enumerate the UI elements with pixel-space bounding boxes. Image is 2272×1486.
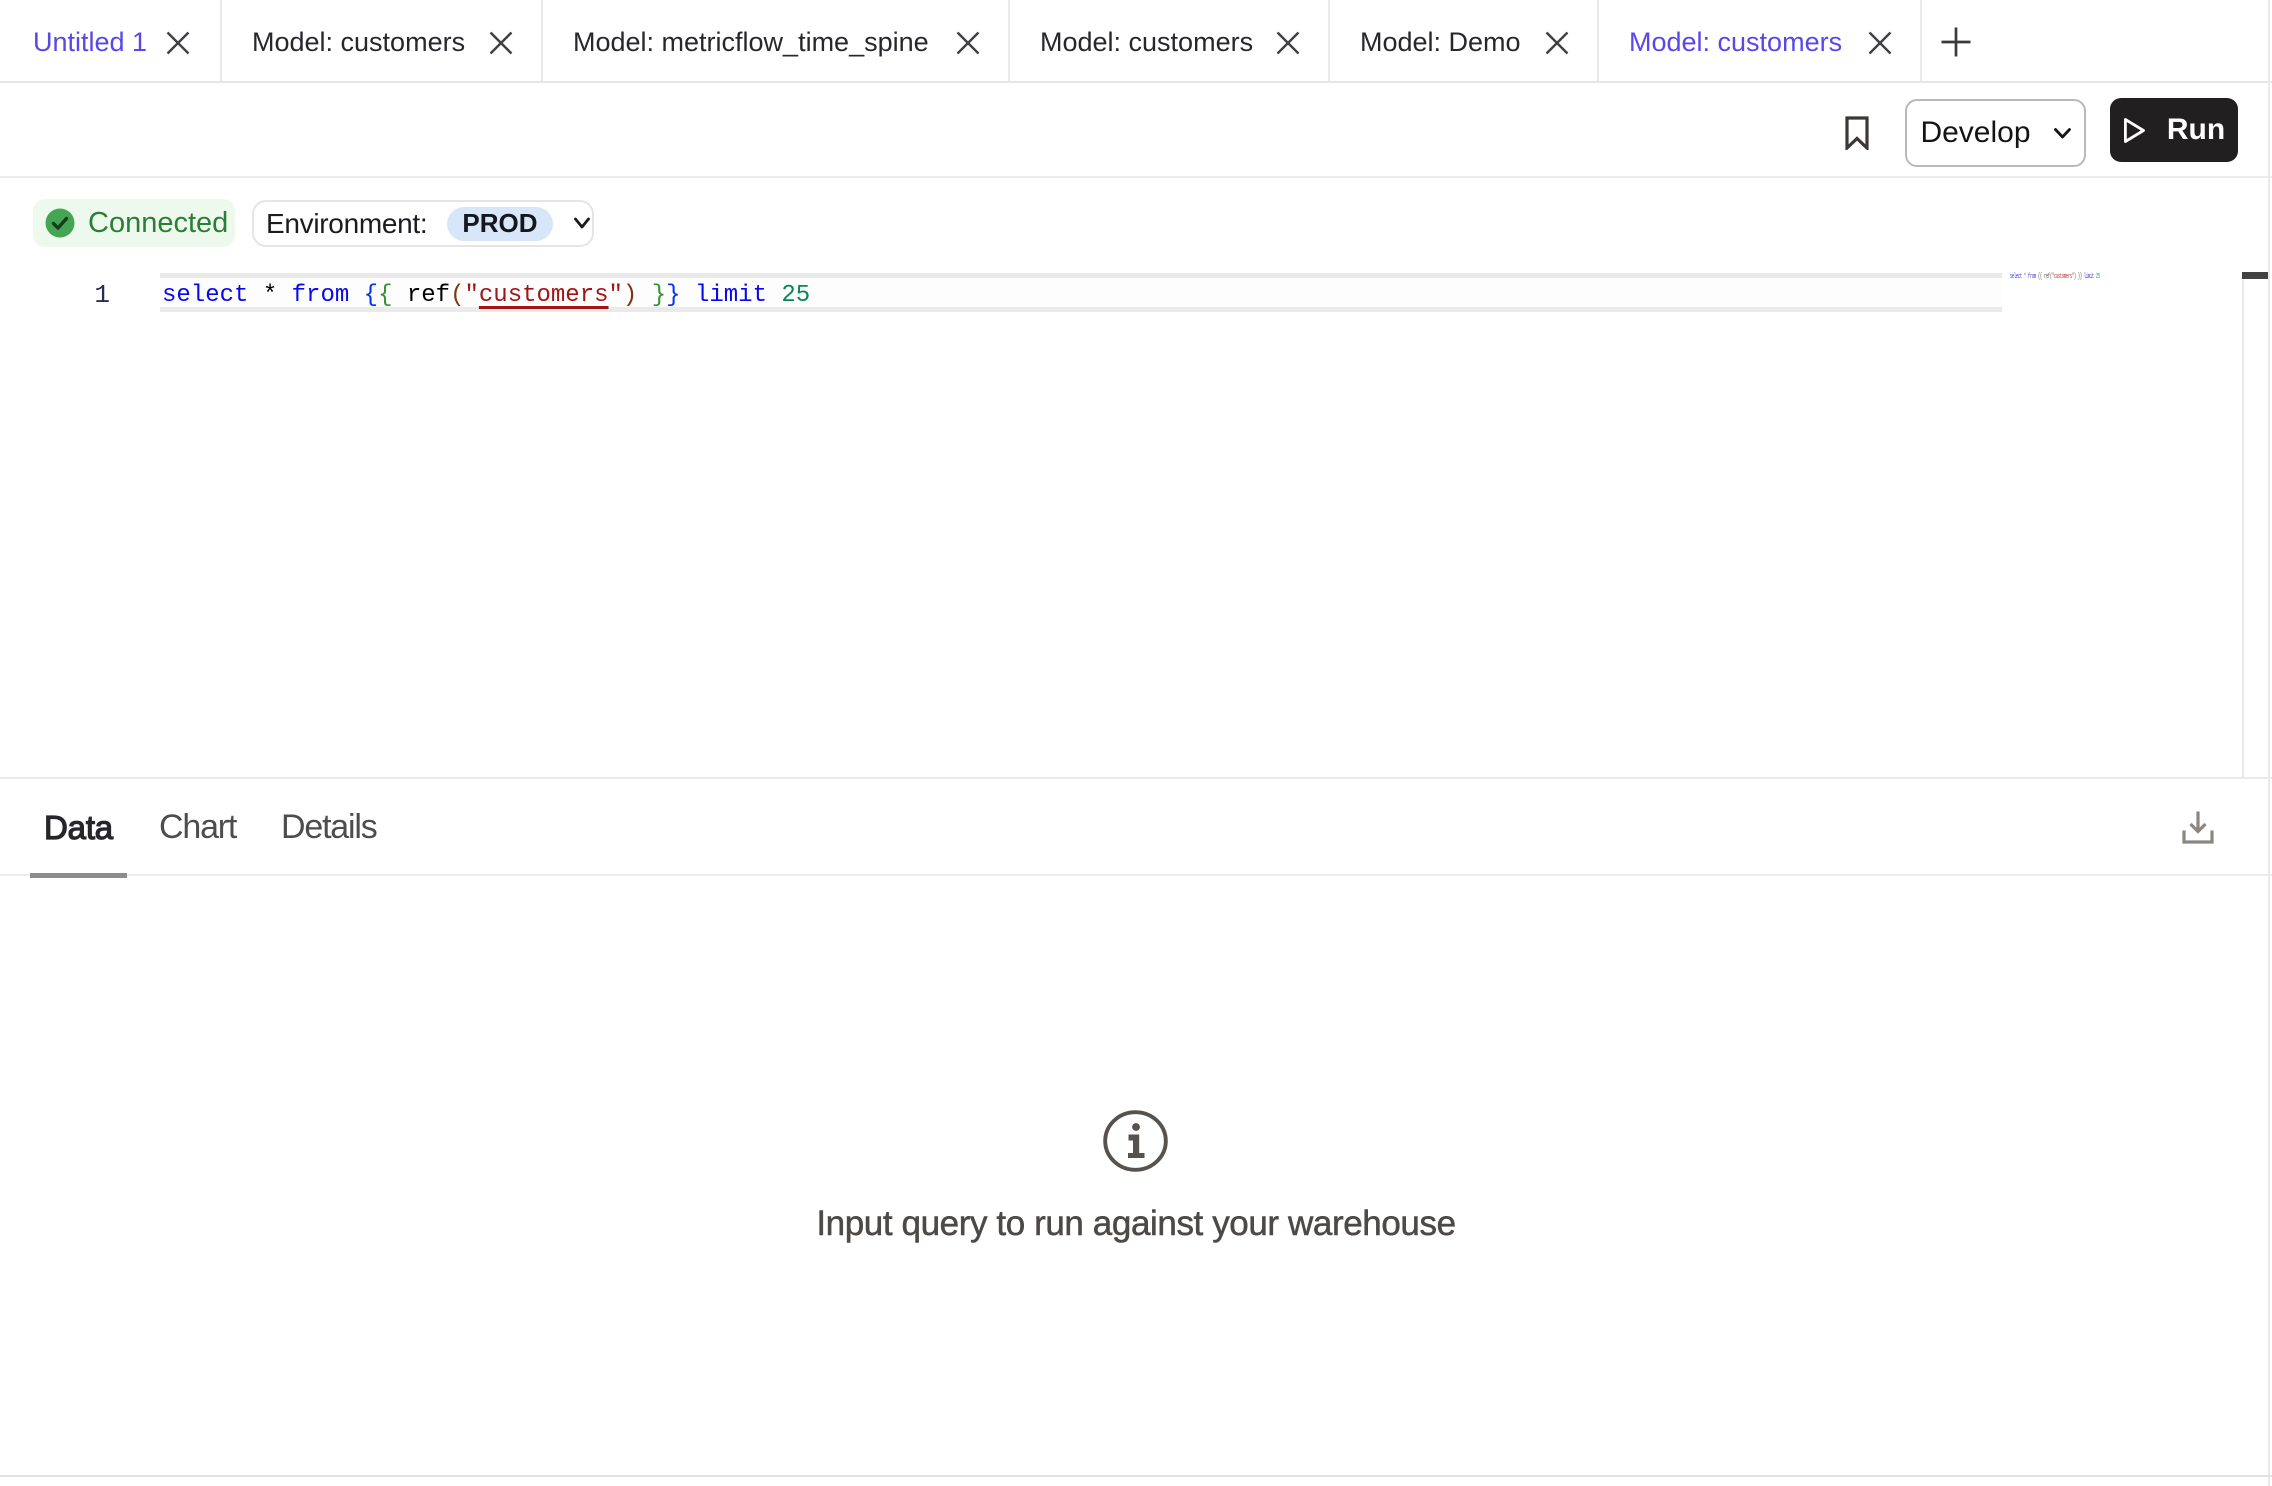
svg-text:select * from {{ ref("customer: select * from {{ ref("customers") }} lim…	[2010, 273, 2100, 281]
